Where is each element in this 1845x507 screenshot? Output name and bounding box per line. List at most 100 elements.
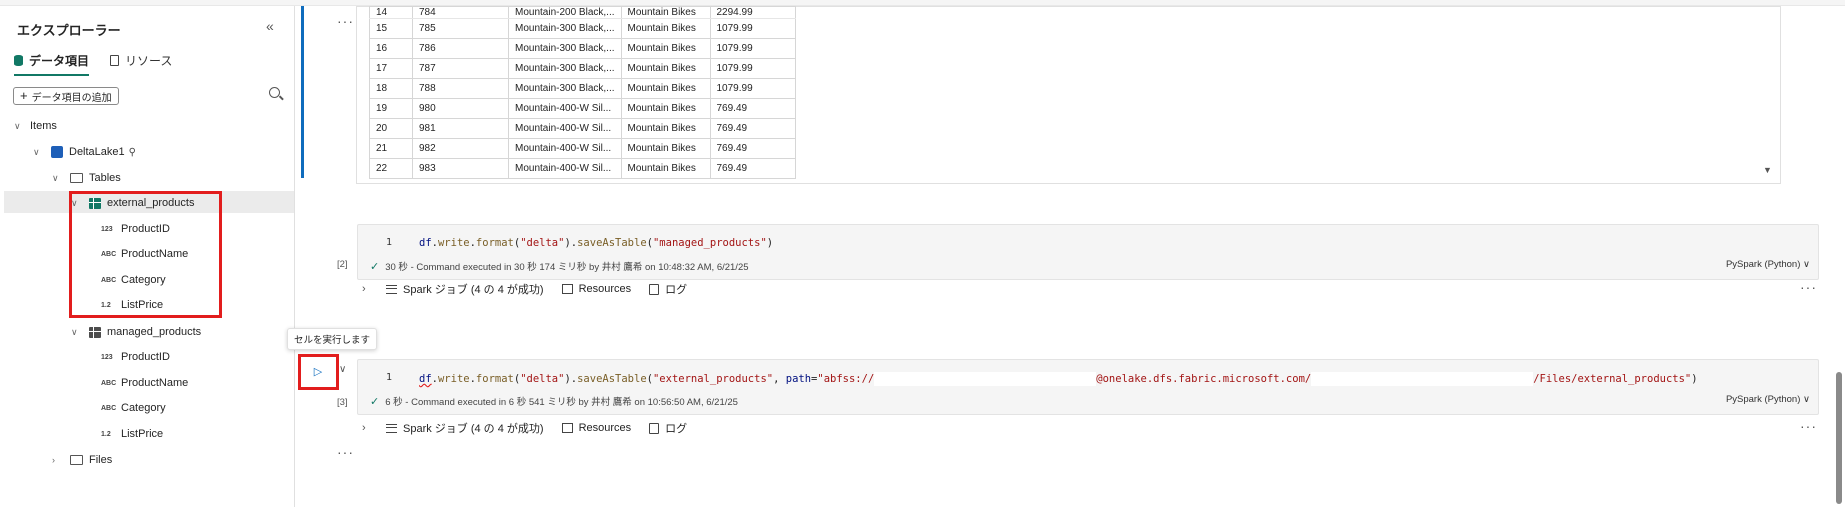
tree-label: ProductName <box>121 377 189 389</box>
table-cell: 769.49 <box>709 158 796 179</box>
tree-lakehouse[interactable]: ∨ DeltaLake1 ⚲ <box>33 142 136 162</box>
table-cell: Mountain-300 Black,... <box>508 58 622 79</box>
table-cell: 20 <box>369 118 413 139</box>
output-table: 14 784 Mountain-200 Black,... Mountain B… <box>369 6 796 179</box>
code-editor[interactable]: df.write.format("delta").saveAsTable("ma… <box>419 237 773 249</box>
table-row: 18 788 Mountain-300 Black,... Mountain B… <box>369 78 796 99</box>
cell-more-icon[interactable]: ··· <box>1800 279 1817 295</box>
tab-label: リソース <box>125 54 173 68</box>
plus-icon: + <box>20 88 28 103</box>
execution-count: [3] <box>337 397 348 408</box>
line-number: 1 <box>386 237 393 248</box>
checkmark-icon: ✓ <box>370 395 380 408</box>
folder-icon <box>70 173 83 183</box>
resources-link[interactable]: Resources <box>579 422 632 434</box>
pin-icon[interactable]: ⚲ <box>129 147 136 158</box>
document-icon <box>110 55 119 66</box>
table-cell: Mountain-300 Black,... <box>508 78 622 99</box>
table-cell: Mountain Bikes <box>620 38 711 59</box>
tab-resources[interactable]: リソース <box>110 52 172 69</box>
spark-jobs-row[interactable]: › Spark ジョブ (4 の 4 が成功) Resources ログ <box>362 419 687 437</box>
checkmark-icon: ✓ <box>370 260 380 273</box>
chevron-down-icon: ∨ <box>52 172 59 183</box>
table-cell: Mountain Bikes <box>620 58 711 79</box>
log-link[interactable]: ログ <box>665 420 687 436</box>
code-cell[interactable]: 1 df.write.format("delta").saveAsTable("… <box>357 224 1819 280</box>
execution-count: [2] <box>337 259 348 270</box>
lakehouse-icon <box>51 146 63 158</box>
collapse-panel-icon[interactable]: « <box>266 18 274 34</box>
table-cell: Mountain Bikes <box>620 78 711 99</box>
table-cell: 769.49 <box>709 138 796 159</box>
table-cell: Mountain-200 Black,... <box>508 6 622 19</box>
chevron-down-icon[interactable]: ∨ <box>339 364 346 375</box>
tree-label: Category <box>121 402 166 414</box>
scroll-down-arrow-icon[interactable]: ▼ <box>1763 165 1772 175</box>
spark-jobs-label: Spark ジョブ (4 の 4 が成功) <box>403 284 544 296</box>
tree-items[interactable]: ∨ Items <box>14 116 57 136</box>
tree-label: Files <box>89 454 113 466</box>
tree-label: DeltaLake1 <box>69 146 125 158</box>
tree-tables-folder[interactable]: ∨ Tables <box>52 168 121 188</box>
redacted-region <box>874 372 1097 386</box>
resources-link[interactable]: Resources <box>579 283 632 295</box>
chevron-down-icon: ∨ <box>71 326 78 337</box>
table-cell: 785 <box>412 18 509 39</box>
cell-more-icon[interactable]: ··· <box>337 13 354 29</box>
tree-files-folder[interactable]: › Files <box>52 450 112 470</box>
table-cell: 2294.99 <box>709 6 796 19</box>
table-row: 15 785 Mountain-300 Black,... Mountain B… <box>369 18 796 39</box>
table-cell: 981 <box>412 118 509 139</box>
language-selector[interactable]: PySpark (Python) ∨ <box>1726 259 1810 270</box>
spark-jobs-row[interactable]: › Spark ジョブ (4 の 4 が成功) Resources ログ <box>362 280 687 298</box>
add-cell-more-icon[interactable]: ··· <box>337 444 354 460</box>
tree-column[interactable]: 123 ProductID <box>101 347 170 367</box>
table-cell: 15 <box>369 18 413 39</box>
chevron-down-icon: ∨ <box>33 146 40 157</box>
explorer-title: エクスプローラー <box>17 23 121 38</box>
tree-column[interactable]: ABC ProductName <box>101 373 188 393</box>
table-row: 17 787 Mountain-300 Black,... Mountain B… <box>369 58 796 79</box>
table-cell: Mountain Bikes <box>620 118 711 139</box>
execution-status: ✓ 30 秒 - Command executed in 30 秒 174 ミリ… <box>370 259 749 274</box>
code-editor[interactable]: df.write.format("delta").saveAsTable("ex… <box>419 372 1698 386</box>
table-cell: 16 <box>369 38 413 59</box>
table-cell: Mountain-400-W Sil... <box>508 118 622 139</box>
table-cell: 983 <box>412 158 509 179</box>
type-badge: ABC <box>101 379 117 387</box>
chevron-right-icon[interactable]: › <box>362 283 380 295</box>
page-scrollbar[interactable] <box>1836 372 1842 504</box>
table-row: 16 786 Mountain-300 Black,... Mountain B… <box>369 38 796 59</box>
table-cell: 788 <box>412 78 509 99</box>
log-link[interactable]: ログ <box>665 281 687 297</box>
chevron-right-icon[interactable]: › <box>362 422 380 434</box>
table-cell: 22 <box>369 158 413 179</box>
status-text: 30 秒 - Command executed in 30 秒 174 ミリ秒 … <box>385 262 749 273</box>
tree-column[interactable]: ABC Category <box>101 398 166 418</box>
language-selector[interactable]: PySpark (Python) ∨ <box>1726 394 1810 405</box>
table-row: 14 784 Mountain-200 Black,... Mountain B… <box>369 6 796 19</box>
table-cell: 980 <box>412 98 509 119</box>
cell-focus-bar <box>301 6 304 178</box>
highlight-box <box>298 354 339 390</box>
table-cell: 769.49 <box>709 98 796 119</box>
add-button-label: データ項目の追加 <box>31 92 112 104</box>
code-cell[interactable]: 1 df.write.format("delta").saveAsTable("… <box>357 359 1819 415</box>
table-cell: 1079.99 <box>709 38 796 59</box>
tab-data-items[interactable]: データ項目 <box>14 52 90 76</box>
tree-label: managed_products <box>107 326 202 338</box>
tree-column[interactable]: 1.2 ListPrice <box>101 424 163 444</box>
add-data-item-button[interactable]: + データ項目の追加 <box>13 87 119 105</box>
tree-table-managed-products[interactable]: ∨ managed_products <box>71 322 201 342</box>
chevron-down-icon: ∨ <box>1803 259 1810 270</box>
tree-label: ProductID <box>121 351 170 363</box>
search-icon[interactable] <box>269 87 280 98</box>
cell-more-icon[interactable]: ··· <box>1800 418 1817 434</box>
table-cell: Mountain-400-W Sil... <box>508 138 622 159</box>
tree-label: Tables <box>89 172 121 184</box>
type-badge: 1.2 <box>101 430 111 438</box>
table-icon <box>89 326 101 338</box>
line-number: 1 <box>386 372 393 383</box>
type-badge: 123 <box>101 353 113 361</box>
folder-icon <box>70 455 83 465</box>
